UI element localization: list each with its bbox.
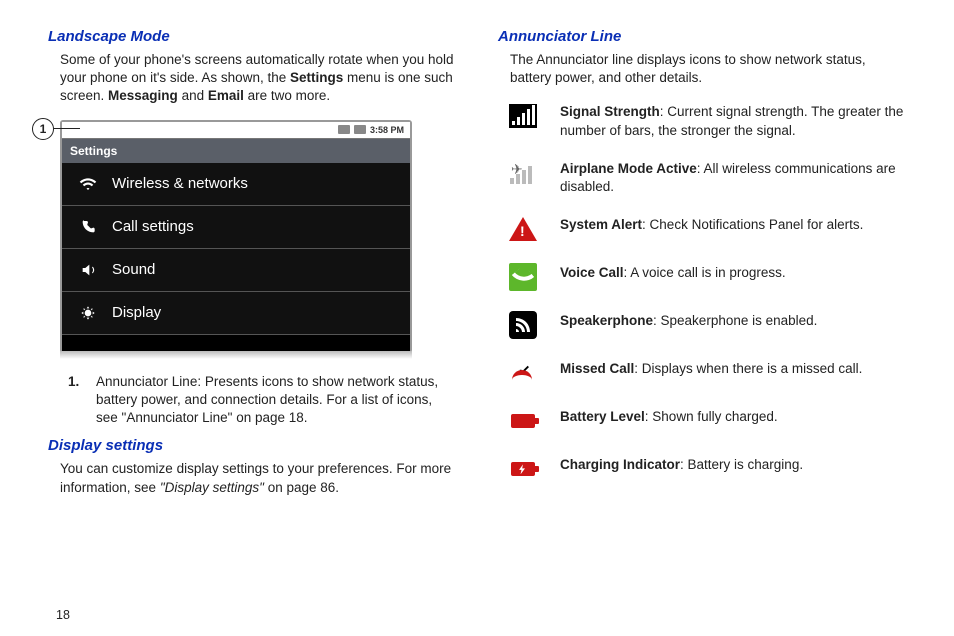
speakerphone-icon [508,310,538,340]
signal-strength-icon [508,101,538,131]
heading-landscape-mode: Landscape Mode [48,28,456,45]
page: Landscape Mode Some of your phone's scre… [0,0,954,636]
bold-annunciator-line: Annunciator Line [96,374,197,389]
icon-desc: Airplane Mode Active: All wireless commu… [560,158,906,196]
callout-line [54,128,80,130]
brightness-icon [78,303,98,323]
icon-desc: Speakerphone: Speakerphone is enabled. [560,310,817,330]
phone-row-label: Sound [112,261,155,278]
phone-statusbar: 3:58 PM [62,122,410,138]
phone-shadow [60,351,412,359]
icon-name: Battery Level [560,409,645,424]
list-text: Annunciator Line: Presents icons to show… [96,373,456,428]
icon-name: Airplane Mode Active [560,161,697,176]
heading-annunciator-line: Annunciator Line [498,28,906,45]
text: on page 18. [232,410,307,425]
icon-row-charging: Charging Indicator: Battery is charging. [508,454,906,484]
display-settings-paragraph: You can customize display settings to yo… [60,460,456,496]
landscape-paragraph: Some of your phone's screens automatical… [60,51,456,106]
icon-list: Signal Strength: Current signal strength… [508,101,906,484]
missed-call-icon: ↙ [508,358,538,388]
airplane-mode-icon: ✈ [508,158,538,188]
phone-row-label: Wireless & networks [112,175,248,192]
icon-text: : Shown fully charged. [645,409,778,424]
left-column: Landscape Mode Some of your phone's scre… [48,28,456,626]
phone-icon [78,217,98,237]
status-signal-icon [338,125,350,134]
phone-row-display: Display [62,292,410,335]
phone-spacer [62,335,410,351]
heading-display-settings: Display settings [48,437,456,454]
battery-level-icon [508,406,538,436]
icon-row-airplane: ✈ Airplane Mode Active: All wireless com… [508,158,906,196]
text: and [178,88,208,103]
charging-indicator-icon [508,454,538,484]
icon-text: : Displays when there is a missed call. [634,361,862,376]
text: are two more. [244,88,330,103]
text: on page 86. [264,480,339,495]
phone-menu-list: Wireless & networks Call settings Sound [62,163,410,335]
icon-name: Charging Indicator [560,457,680,472]
right-column: Annunciator Line The Annunciator line di… [498,28,906,626]
voice-call-icon [508,262,538,292]
page-number: 18 [56,608,70,622]
phone-row-wireless: Wireless & networks [62,163,410,206]
icon-desc: Battery Level: Shown fully charged. [560,406,778,426]
icon-name: Voice Call [560,265,624,280]
bold-settings: Settings [290,70,343,85]
icon-name: Speakerphone [560,313,653,328]
icon-row-speakerphone: Speakerphone: Speakerphone is enabled. [508,310,906,340]
icon-row-system-alert: System Alert: Check Notifications Panel … [508,214,906,244]
bold-email: Email [208,88,244,103]
list-number: 1. [68,373,86,428]
status-battery-icon [354,125,366,134]
icon-text: : Battery is charging. [680,457,803,472]
phone-row-call-settings: Call settings [62,206,410,249]
annunciator-intro: The Annunciator line displays icons to s… [510,51,906,87]
icon-desc: Charging Indicator: Battery is charging. [560,454,803,474]
phone-row-label: Display [112,304,161,321]
phone-titlebar: Settings [62,138,410,163]
icon-name: Missed Call [560,361,634,376]
status-time: 3:58 PM [370,125,404,135]
icon-text: : Check Notifications Panel for alerts. [642,217,863,232]
icon-row-signal-strength: Signal Strength: Current signal strength… [508,101,906,139]
icon-desc: Voice Call: A voice call is in progress. [560,262,786,282]
numbered-item-1: 1. Annunciator Line: Presents icons to s… [68,373,456,428]
phone-row-label: Call settings [112,218,194,235]
icon-row-battery-level: Battery Level: Shown fully charged. [508,406,906,436]
icon-name: System Alert [560,217,642,232]
icon-row-missed-call: ↙ Missed Call: Displays when there is a … [508,358,906,388]
icon-text: : Speakerphone is enabled. [653,313,817,328]
callout-badge-1: 1 [32,118,54,140]
icon-name: Signal Strength [560,104,660,119]
wifi-icon [78,174,98,194]
phone-illustration: 1 3:58 PM Settings Wireless & networks [60,120,456,359]
icon-row-voice-call: Voice Call: A voice call is in progress. [508,262,906,292]
phone-frame: 3:58 PM Settings Wireless & networks [60,120,412,353]
speaker-icon [78,260,98,280]
bold-messaging: Messaging [108,88,178,103]
icon-desc: Missed Call: Displays when there is a mi… [560,358,862,378]
phone-row-sound: Sound [62,249,410,292]
icon-text: : A voice call is in progress. [624,265,786,280]
icon-desc: System Alert: Check Notifications Panel … [560,214,863,234]
italic-display-settings-ref: "Display settings" [160,480,264,495]
italic-annunciator-ref: "Annunciator Line" [122,410,233,425]
icon-desc: Signal Strength: Current signal strength… [560,101,906,139]
system-alert-icon [508,214,538,244]
